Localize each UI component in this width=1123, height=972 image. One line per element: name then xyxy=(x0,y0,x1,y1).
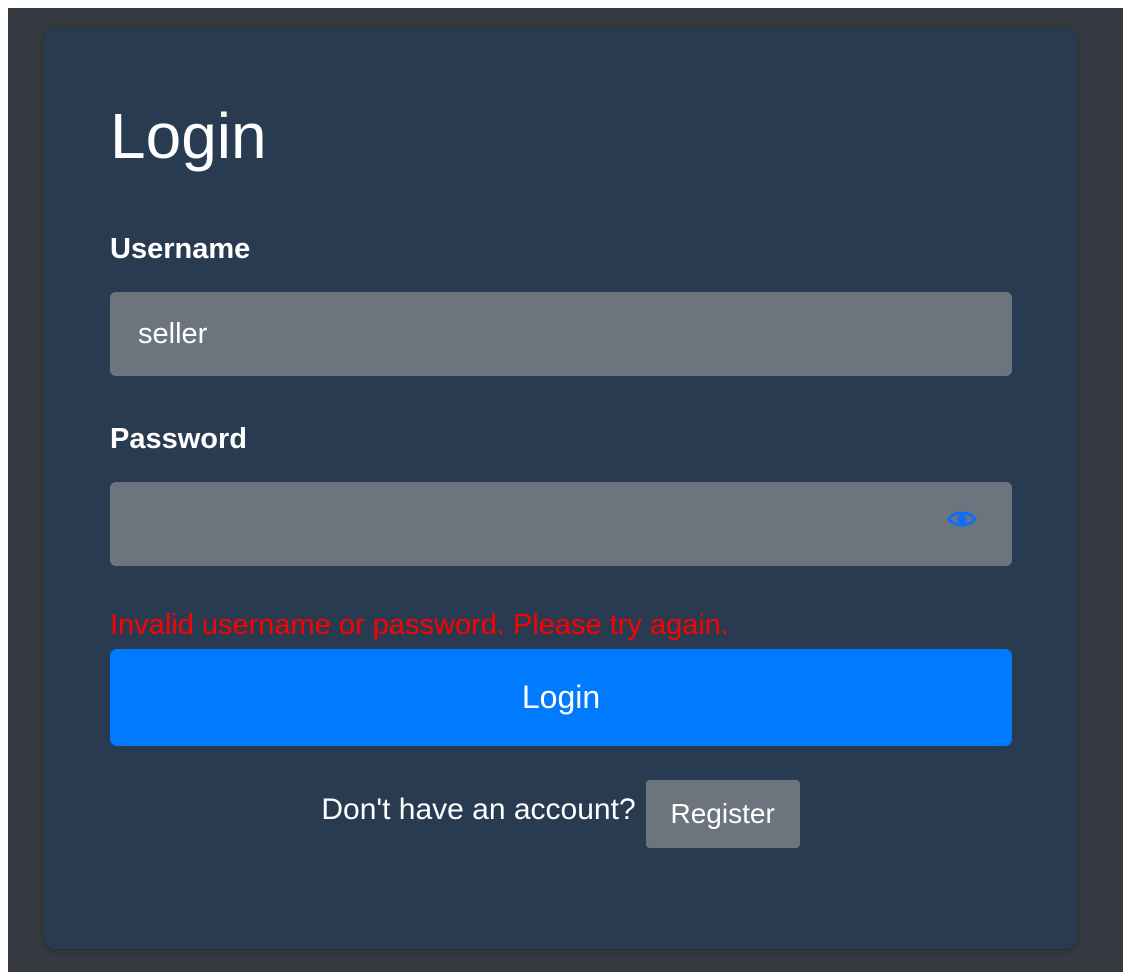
register-prompt: Don't have an account? xyxy=(321,793,636,826)
username-input[interactable] xyxy=(110,292,1012,376)
login-card: Login Username Password Invalid username… xyxy=(44,28,1077,949)
page-title: Login xyxy=(110,100,267,172)
register-button[interactable]: Register xyxy=(645,780,800,848)
eye-icon[interactable] xyxy=(944,504,980,534)
login-button[interactable]: Login xyxy=(110,649,1012,746)
password-input[interactable] xyxy=(110,482,1012,566)
error-message: Invalid username or password. Please try… xyxy=(110,609,729,641)
page-background: Login Username Password Invalid username… xyxy=(8,8,1123,972)
username-label: Username xyxy=(110,233,251,265)
register-row: Don't have an account? Register xyxy=(44,780,1077,848)
password-label: Password xyxy=(110,423,247,455)
